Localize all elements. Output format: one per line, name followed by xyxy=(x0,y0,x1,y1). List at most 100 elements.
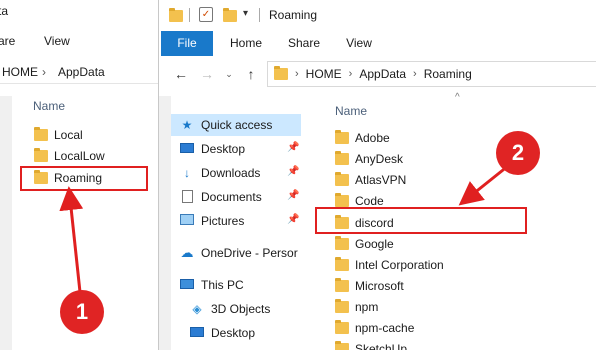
step-2-badge: 2 xyxy=(496,131,540,175)
nav-label: 3D Objects xyxy=(211,302,271,316)
quick-access-toolbar: ✓ ▾ Roaming xyxy=(159,0,596,30)
folder-label: LocalLow xyxy=(54,149,105,163)
back-crumb-appdata[interactable]: AppData xyxy=(58,65,105,79)
new-folder-icon[interactable] xyxy=(223,8,237,22)
step-1-badge: 1 xyxy=(60,290,104,334)
back-column-header-name[interactable]: Name xyxy=(33,99,65,113)
tab-view[interactable]: View xyxy=(337,31,381,56)
folder-icon xyxy=(335,341,349,350)
nav-pictures[interactable]: Pictures xyxy=(179,210,244,232)
list-item[interactable]: AnyDesk xyxy=(335,149,403,169)
folder-icon xyxy=(335,299,349,313)
nav-label: Pictures xyxy=(201,214,245,228)
highlight-roaming xyxy=(20,166,148,191)
folder-label: npm xyxy=(355,300,379,314)
column-header-name[interactable]: Name xyxy=(335,104,367,118)
download-icon: ↓ xyxy=(184,166,190,180)
back-folder-locallow[interactable]: LocalLow xyxy=(34,146,105,166)
crumb-roaming[interactable]: Roaming xyxy=(424,67,472,81)
pin-icon[interactable]: 📌 xyxy=(287,214,299,225)
nav-desktop[interactable]: Desktop xyxy=(179,138,245,160)
desktop-icon xyxy=(189,326,205,340)
nav-label: OneDrive - Persor xyxy=(201,246,298,260)
folder-icon xyxy=(335,151,349,165)
cube-icon: ◈ xyxy=(192,302,202,316)
list-item[interactable]: Adobe xyxy=(335,128,390,148)
nav-onedrive[interactable]: ☁ OneDrive - Persor xyxy=(179,242,298,264)
crumb-appdata[interactable]: AppData xyxy=(359,67,406,81)
nav-quick-access[interactable]: ★ Quick access xyxy=(171,114,301,136)
up-arrow-icon[interactable]: ↑ xyxy=(243,66,259,82)
nav-label: Quick access xyxy=(201,118,273,132)
nav-label: Desktop xyxy=(201,142,246,156)
tab-share[interactable]: Share xyxy=(279,31,329,56)
nav-this-pc[interactable]: This PC xyxy=(179,274,244,296)
folder-icon xyxy=(335,193,349,207)
nav-label: This PC xyxy=(201,278,244,292)
forward-arrow-icon[interactable]: → xyxy=(199,66,215,82)
nav-label: Documents xyxy=(201,190,262,204)
toolbar-divider xyxy=(189,8,190,22)
pin-icon[interactable]: 📌 xyxy=(287,166,299,177)
desktop-icon xyxy=(179,142,195,156)
pictures-icon xyxy=(179,214,195,228)
pc-icon xyxy=(179,278,195,292)
nav-label: Desktop xyxy=(211,326,256,340)
back-tab-share[interactable]: are xyxy=(0,34,15,48)
sort-caret-icon: ^ xyxy=(455,92,460,103)
list-item[interactable]: npm-cache xyxy=(335,318,414,338)
folder-label: AnyDesk xyxy=(355,152,404,166)
folder-icon xyxy=(34,148,48,162)
ribbon-tabs: File Home Share View xyxy=(159,31,596,56)
chevron-down-icon[interactable]: ▾ xyxy=(243,8,248,19)
folder-icon xyxy=(335,320,349,334)
chevron-right-icon: › xyxy=(295,68,299,80)
recent-chevron-icon[interactable]: ⌄ xyxy=(221,66,237,82)
list-item[interactable]: Microsoft xyxy=(335,276,404,296)
folder-label: SketchUp xyxy=(355,342,408,350)
pin-icon[interactable]: 📌 xyxy=(287,190,299,201)
list-item[interactable]: AtlasVPN xyxy=(335,170,406,190)
documents-icon xyxy=(179,190,195,204)
properties-icon[interactable]: ✓ xyxy=(199,7,213,22)
chevron-right-icon: › xyxy=(413,68,417,80)
back-crumb-chevron-icon: › xyxy=(42,65,46,79)
folder-label: Code xyxy=(355,194,384,208)
folder-label: AtlasVPN xyxy=(355,173,407,187)
list-item[interactable]: Google xyxy=(335,234,394,254)
nav-documents[interactable]: Documents xyxy=(179,186,262,208)
back-address-bar[interactable]: HOME › AppData xyxy=(0,60,160,84)
back-arrow-icon[interactable]: ← xyxy=(173,66,189,82)
list-item[interactable]: SketchUp xyxy=(335,339,407,350)
nav-label: Downloads xyxy=(201,166,261,180)
navigation-bar: ← → ⌄ ↑ › HOME › AppData › Roaming xyxy=(159,58,596,90)
folder-icon xyxy=(335,257,349,271)
folder-icon xyxy=(335,130,349,144)
navigation-pane: ★ Quick access Desktop 📌 ↓ Downloads 📌 D… xyxy=(159,96,301,350)
pin-icon[interactable]: 📌 xyxy=(287,142,299,153)
window-title: Roaming xyxy=(269,8,318,22)
list-item[interactable]: Intel Corporation xyxy=(335,255,444,275)
list-item[interactable]: npm xyxy=(335,297,378,317)
nav-scrollbar[interactable] xyxy=(159,96,171,350)
folder-label: Local xyxy=(54,128,83,142)
nav-downloads[interactable]: ↓ Downloads xyxy=(179,162,260,184)
folder-icon xyxy=(335,236,349,250)
folder-label: Intel Corporation xyxy=(355,258,444,272)
back-tab-view[interactable]: View xyxy=(44,34,70,48)
tab-home[interactable]: Home xyxy=(221,31,271,56)
back-folder-local[interactable]: Local xyxy=(34,125,83,145)
folder-label: Adobe xyxy=(355,131,390,145)
highlight-discord xyxy=(315,207,527,234)
crumb-home[interactable]: HOME xyxy=(306,67,342,81)
folder-icon xyxy=(169,8,183,22)
tab-file[interactable]: File xyxy=(161,31,213,56)
nav-3d-objects[interactable]: ◈ 3D Objects xyxy=(189,298,270,320)
nav-desktop-pc[interactable]: Desktop xyxy=(189,322,255,344)
back-window-title: ta xyxy=(0,4,9,18)
cloud-icon: ☁ xyxy=(180,245,194,260)
back-crumb-home[interactable]: HOME xyxy=(2,65,38,79)
folder-icon xyxy=(335,172,349,186)
folder-icon xyxy=(335,278,349,292)
address-box[interactable]: › HOME › AppData › Roaming xyxy=(267,61,596,87)
